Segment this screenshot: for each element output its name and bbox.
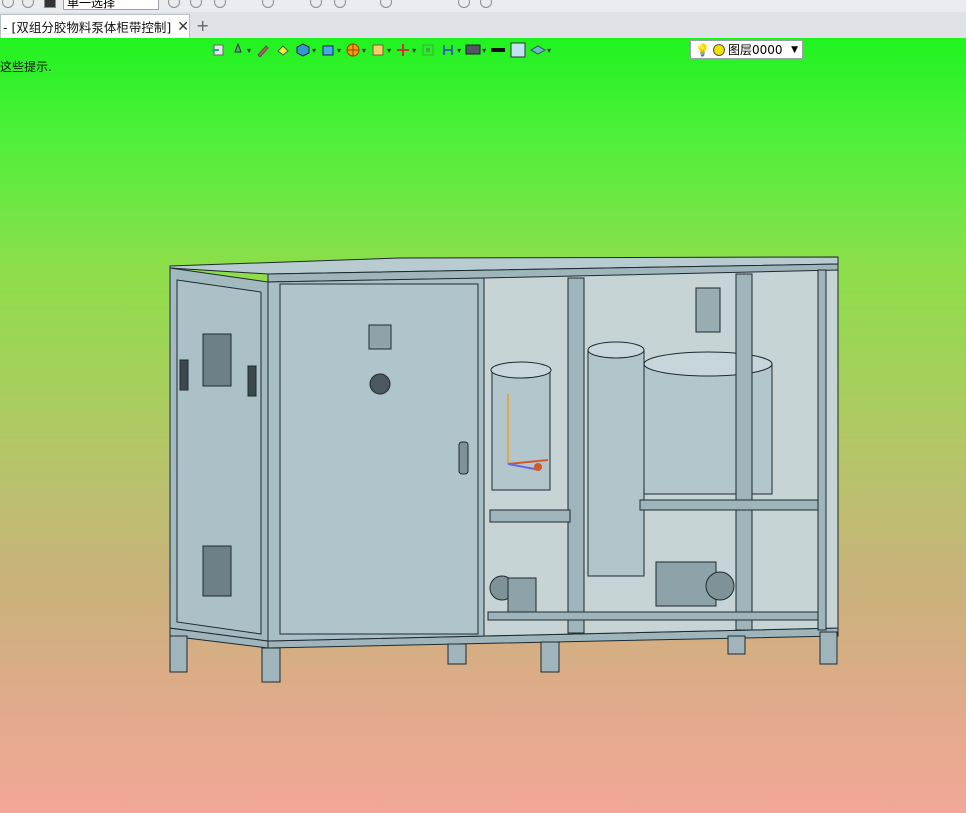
filter-icon[interactable] bbox=[190, 0, 202, 8]
circle-select-icon[interactable] bbox=[214, 0, 226, 8]
main-toolbar: 单一选择 bbox=[0, 0, 966, 12]
tab-label: - [双组分胶物料泵体柜带控制] bbox=[3, 20, 172, 35]
selection-mode-select[interactable]: 单一选择 bbox=[63, 0, 159, 10]
new-tab-button[interactable]: + bbox=[196, 16, 209, 35]
undo-icon[interactable] bbox=[2, 0, 14, 8]
arc-icon[interactable] bbox=[380, 0, 392, 8]
stop-icon[interactable] bbox=[44, 0, 56, 8]
3d-viewport[interactable]: ▾ ▾ ▾ ▾ ▾ ▾ ▾ ▾ ▾ 💡 图层0000 ▼ 这些提示. bbox=[0, 38, 966, 813]
document-tab-bar: - [双组分胶物料泵体柜带控制] ✕ + bbox=[0, 12, 966, 39]
snap-icon[interactable] bbox=[310, 0, 322, 8]
tab-document[interactable]: - [双组分胶物料泵体柜带控制] ✕ bbox=[0, 14, 190, 38]
cabinet-model[interactable] bbox=[0, 38, 966, 813]
settings-icon[interactable] bbox=[480, 0, 492, 8]
close-icon[interactable]: ✕ bbox=[177, 19, 189, 35]
move-icon[interactable] bbox=[22, 0, 34, 8]
pick-icon[interactable] bbox=[168, 0, 180, 8]
gear-icon[interactable] bbox=[458, 0, 470, 8]
line-icon[interactable] bbox=[262, 0, 274, 8]
rotate-icon[interactable] bbox=[334, 0, 346, 8]
